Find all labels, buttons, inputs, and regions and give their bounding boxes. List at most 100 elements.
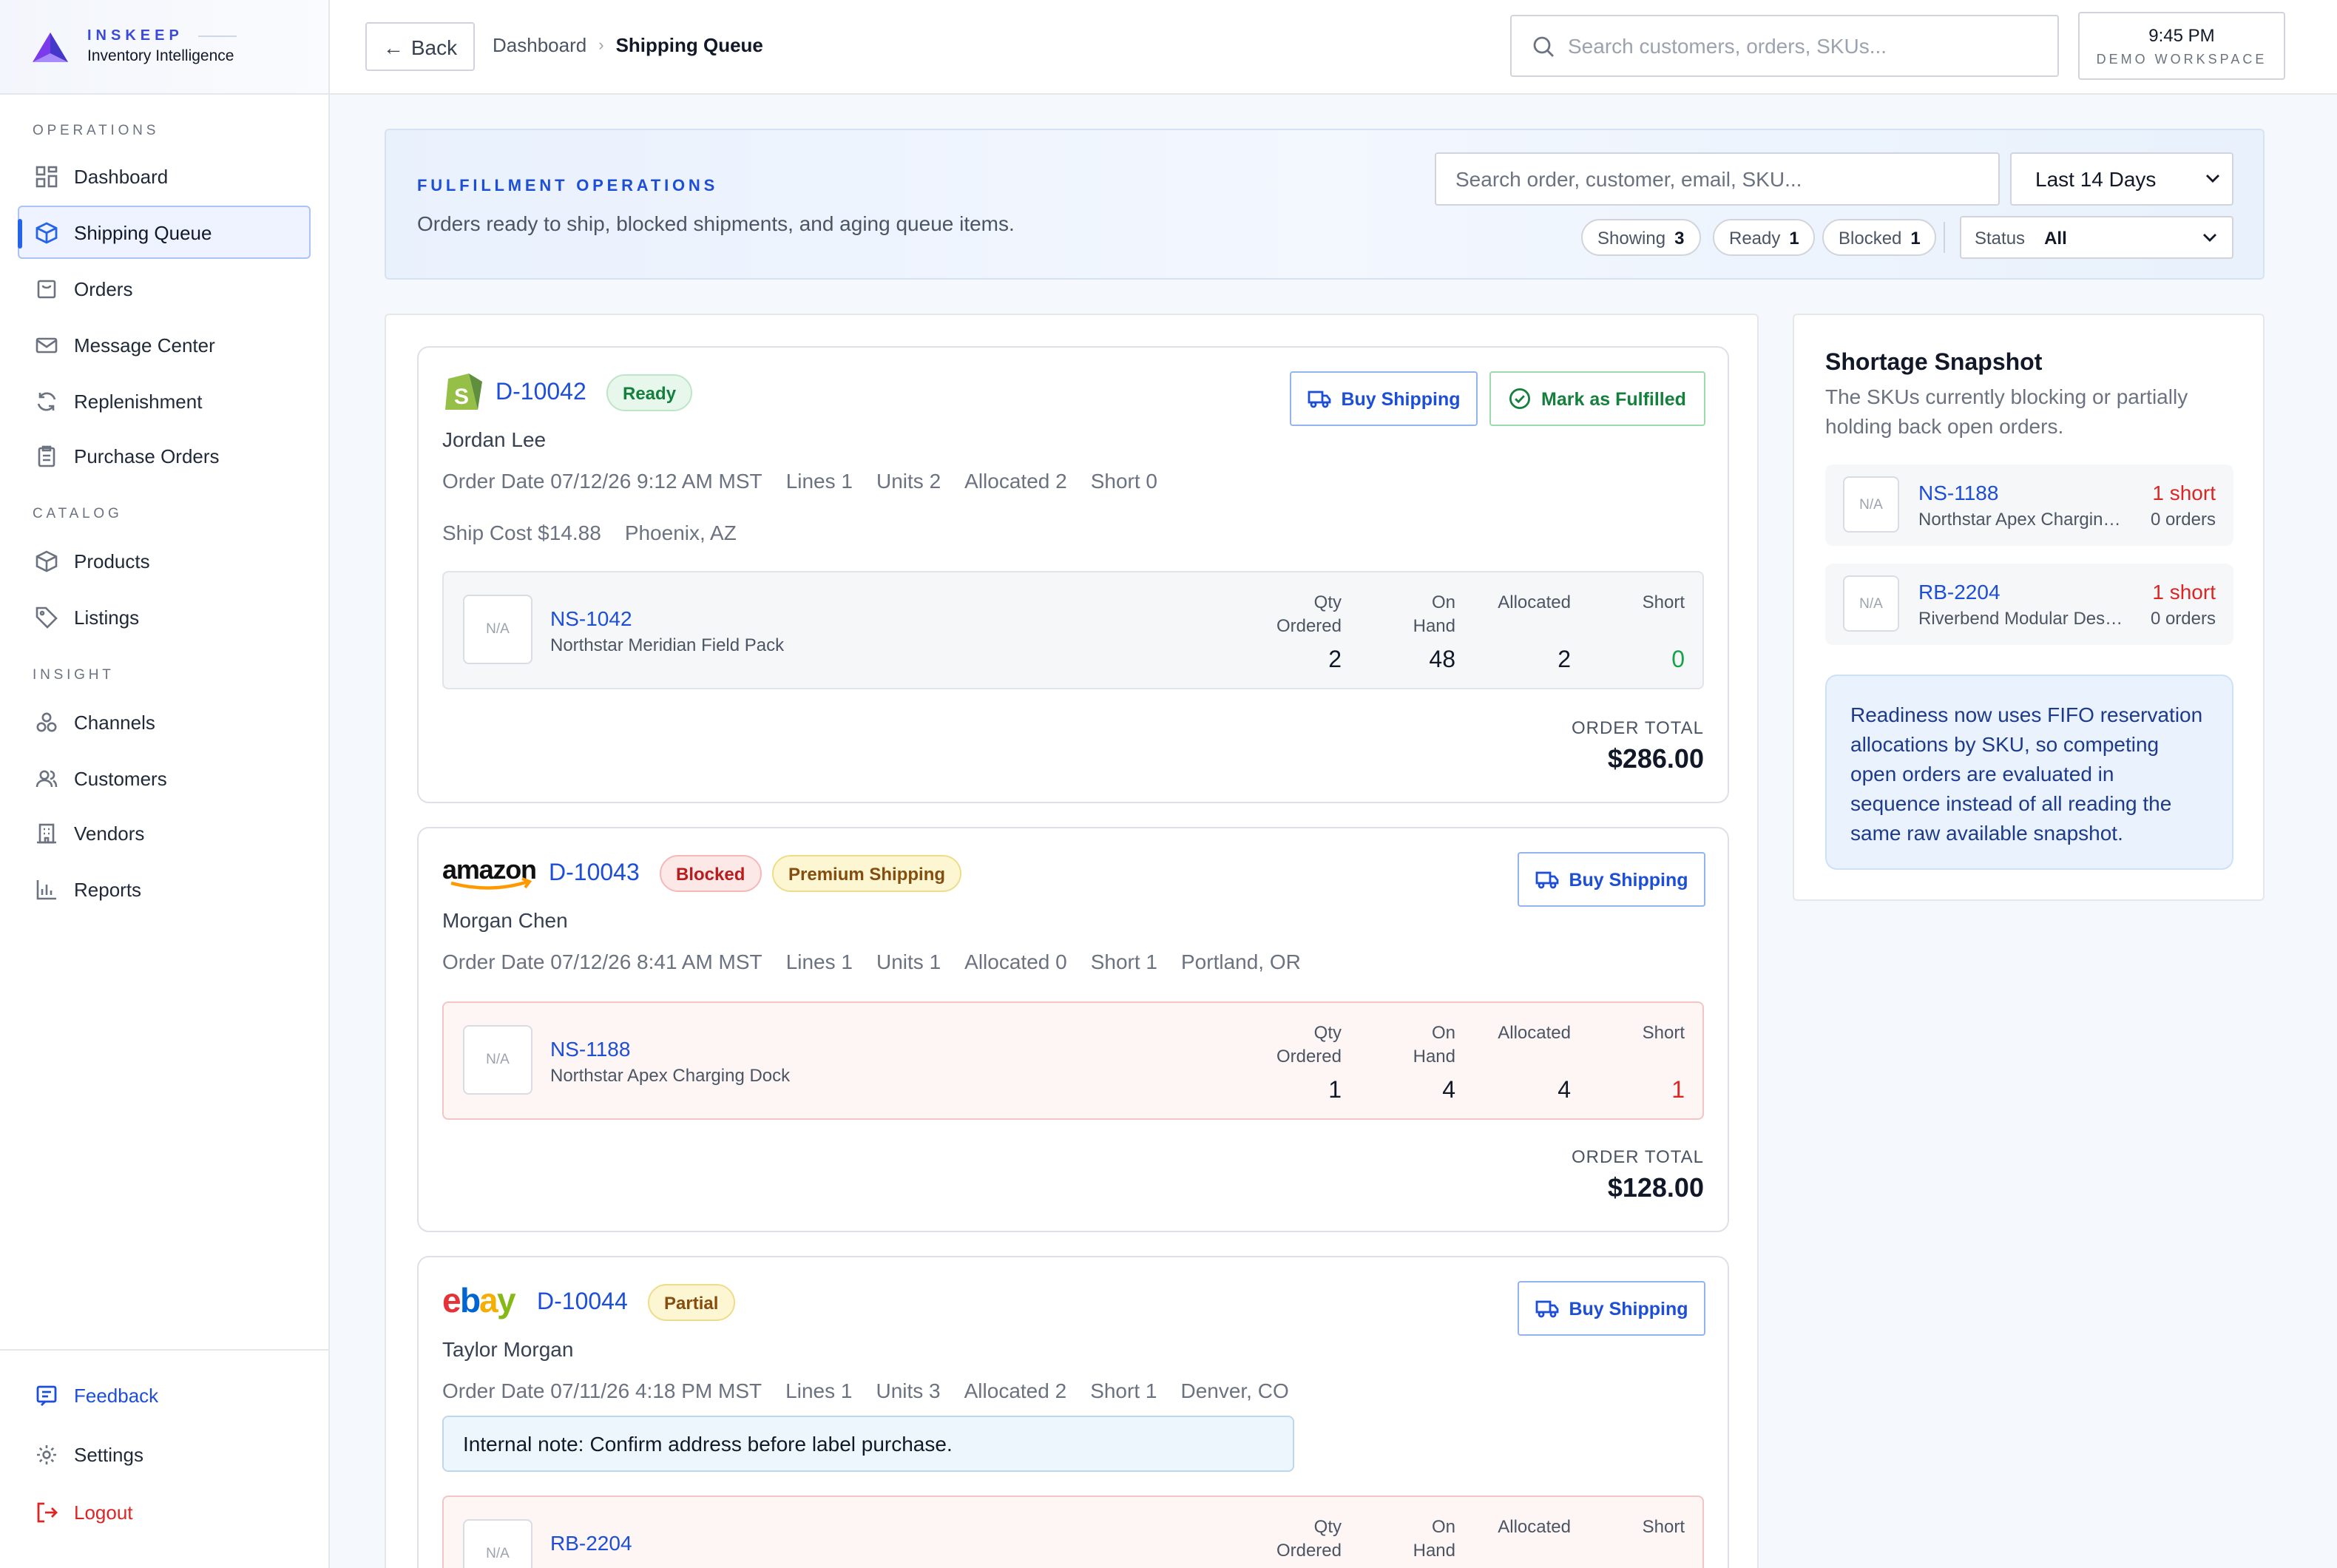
back-button[interactable]: ← Back: [365, 22, 475, 71]
sidebar-item-settings[interactable]: Settings: [18, 1427, 311, 1481]
sidebar-item-channels[interactable]: Channels: [18, 695, 311, 748]
ship-cost: Ship Cost $14.88: [442, 521, 601, 544]
sidebar-item-vendors[interactable]: Vendors: [18, 806, 311, 859]
product-thumbnail: N/A: [463, 1519, 532, 1568]
topbar: ← Back Dashboard › Shipping Queue Search…: [330, 0, 2337, 95]
status-filter-select[interactable]: Status All: [1960, 216, 2233, 259]
premium-shipping-badge: Premium Shipping: [772, 855, 962, 892]
buy-shipping-button[interactable]: Buy Shipping: [1518, 852, 1705, 907]
pill-value: 1: [1910, 227, 1921, 248]
sku-link[interactable]: NS-1188: [1918, 481, 1998, 504]
global-search-input[interactable]: Search customers, orders, SKUs...: [1510, 15, 2059, 77]
sku-link[interactable]: RB-2204: [1918, 580, 2001, 604]
sku-link[interactable]: NS-1042: [550, 606, 632, 630]
buy-shipping-button[interactable]: Buy Shipping: [1518, 1281, 1705, 1336]
sidebar-item-logout[interactable]: Logout: [18, 1485, 311, 1538]
col-label: On: [1431, 1022, 1455, 1043]
sidebar-item-message-center[interactable]: Message Center: [18, 318, 311, 371]
order-meta: Order Date 07/12/26 8:41 AM MST Lines 1 …: [442, 950, 1301, 973]
fifo-info-callout: Readiness now uses FIFO reservation allo…: [1825, 675, 2233, 870]
ebay-logo: ebay: [442, 1283, 528, 1321]
sidebar-item-customers[interactable]: Customers: [18, 751, 311, 805]
shortage-item[interactable]: N/A RB-2204 Riverbend Modular Desk Organ…: [1825, 564, 2233, 645]
internal-note-text: Confirm address before label purchase.: [589, 1432, 953, 1456]
order-card: ebay D-10044 Partial Buy Shipping Taylor…: [417, 1256, 1729, 1568]
chevron-down-icon: [2205, 171, 2220, 187]
buy-shipping-label: Buy Shipping: [1569, 1298, 1688, 1319]
status-badge: Blocked: [660, 855, 762, 892]
order-total: $286.00: [1607, 744, 1704, 774]
date-range-select[interactable]: Last 14 Days: [2010, 152, 2233, 206]
nav-section-operations: OPERATIONS: [33, 123, 160, 139]
sidebar-item-label: Feedback: [74, 1384, 159, 1406]
product-thumbnail: N/A: [1843, 575, 1899, 632]
product-name: Northstar Meridian Field Pack: [550, 635, 785, 655]
amazon-logo: amazon: [442, 858, 540, 891]
shortage-item[interactable]: N/A NS-1188 Northstar Apex Charging Dock…: [1825, 464, 2233, 546]
product-name: Northstar Apex Charging Dock: [550, 1065, 791, 1086]
col-label: On: [1431, 592, 1455, 612]
sidebar-item-replenishment[interactable]: Replenishment: [18, 374, 311, 428]
order-units: Units 2: [876, 469, 941, 493]
workspace-name: DEMO WORKSPACE: [2096, 52, 2267, 67]
sidebar-item-listings[interactable]: Listings: [18, 590, 311, 643]
sidebar-item-purchase-orders[interactable]: Purchase Orders: [18, 429, 311, 482]
nav-section-catalog: CATALOG: [33, 506, 123, 522]
building-icon: [34, 821, 58, 845]
buy-shipping-button[interactable]: Buy Shipping: [1290, 371, 1478, 426]
sku-link[interactable]: NS-1188: [550, 1037, 630, 1061]
order-date: Order Date 07/11/26 4:18 PM MST: [442, 1379, 762, 1402]
grid-icon: [34, 164, 58, 188]
sidebar-item-reports[interactable]: Reports: [18, 862, 311, 916]
order-id-link[interactable]: D-10043: [549, 861, 640, 888]
col-label: Qty: [1313, 1022, 1342, 1043]
internal-note: Internal note: Confirm address before la…: [442, 1416, 1294, 1472]
order-queue-panel: S D-10042 Ready Buy Shipping Mark as Ful…: [385, 314, 1759, 1568]
order-lines: Lines 1: [785, 469, 853, 493]
sku-link[interactable]: RB-2204: [550, 1531, 632, 1555]
sidebar-item-orders[interactable]: Orders: [18, 262, 311, 315]
brand[interactable]: INSKEEP Inventory Intelligence: [0, 0, 328, 95]
sidebar-item-shipping-queue[interactable]: Shipping Queue: [18, 206, 311, 259]
pill-value: 1: [1789, 227, 1799, 248]
order-id-link[interactable]: D-10044: [537, 1290, 628, 1317]
product-thumbnail: N/A: [1843, 476, 1899, 533]
order-id-link[interactable]: D-10042: [496, 380, 586, 407]
col-short: Short: [1642, 592, 1685, 612]
order-line-item: N/A NS-1042 Northstar Meridian Field Pac…: [442, 571, 1704, 689]
sidebar-item-feedback[interactable]: Feedback: [18, 1368, 311, 1422]
order-total: $128.00: [1607, 1173, 1704, 1203]
sidebar-item-label: Replenishment: [74, 390, 203, 412]
order-meta: Order Date 07/11/26 4:18 PM MST Lines 1 …: [442, 1379, 1289, 1402]
qty-ordered-value: 1: [1328, 1078, 1342, 1104]
status-badge: Partial: [648, 1284, 735, 1321]
allocated-value: 4: [1558, 1078, 1571, 1104]
col-on-hand: On Hand: [1413, 1021, 1455, 1068]
sidebar-item-products[interactable]: Products: [18, 534, 311, 587]
internal-note-label: Internal note:: [463, 1432, 584, 1456]
hero-description: Orders ready to ship, blocked shipments,…: [417, 212, 1015, 235]
order-line-item: N/A NS-1188 Northstar Apex Charging Dock…: [442, 1001, 1704, 1120]
order-search-input[interactable]: Search order, customer, email, SKU...: [1435, 152, 2000, 206]
col-qty-ordered: Qty Ordered: [1276, 590, 1342, 638]
sidebar-item-dashboard[interactable]: Dashboard: [18, 149, 311, 203]
status-label: Status: [1975, 227, 2026, 248]
bag-icon: [34, 277, 58, 300]
buy-shipping-label: Buy Shipping: [1569, 869, 1688, 890]
ebay-letter: b: [460, 1283, 480, 1319]
order-card: amazon D-10043 Blocked Premium Shipping …: [417, 827, 1729, 1232]
order-meta-shipping: Ship Cost $14.88 Phoenix, AZ: [442, 521, 737, 544]
sidebar-item-label: Orders: [74, 277, 133, 300]
breadcrumb-dashboard[interactable]: Dashboard: [493, 34, 586, 56]
brand-name: INSKEEP: [87, 27, 237, 44]
truck-icon: [1535, 1300, 1558, 1318]
col-allocated: Allocated: [1498, 1022, 1571, 1043]
order-count: 0 orders: [2150, 608, 2216, 629]
mark-fulfilled-button[interactable]: Mark as Fulfilled: [1489, 371, 1705, 426]
status-value: All: [2044, 227, 2067, 248]
sidebar-bottom: [0, 1349, 328, 1351]
order-date: Order Date 07/12/26 8:41 AM MST: [442, 950, 762, 973]
shortage-title: Shortage Snapshot: [1825, 351, 2043, 376]
product-thumbnail: N/A: [463, 1025, 532, 1095]
order-allocated: Allocated 2: [964, 469, 1067, 493]
